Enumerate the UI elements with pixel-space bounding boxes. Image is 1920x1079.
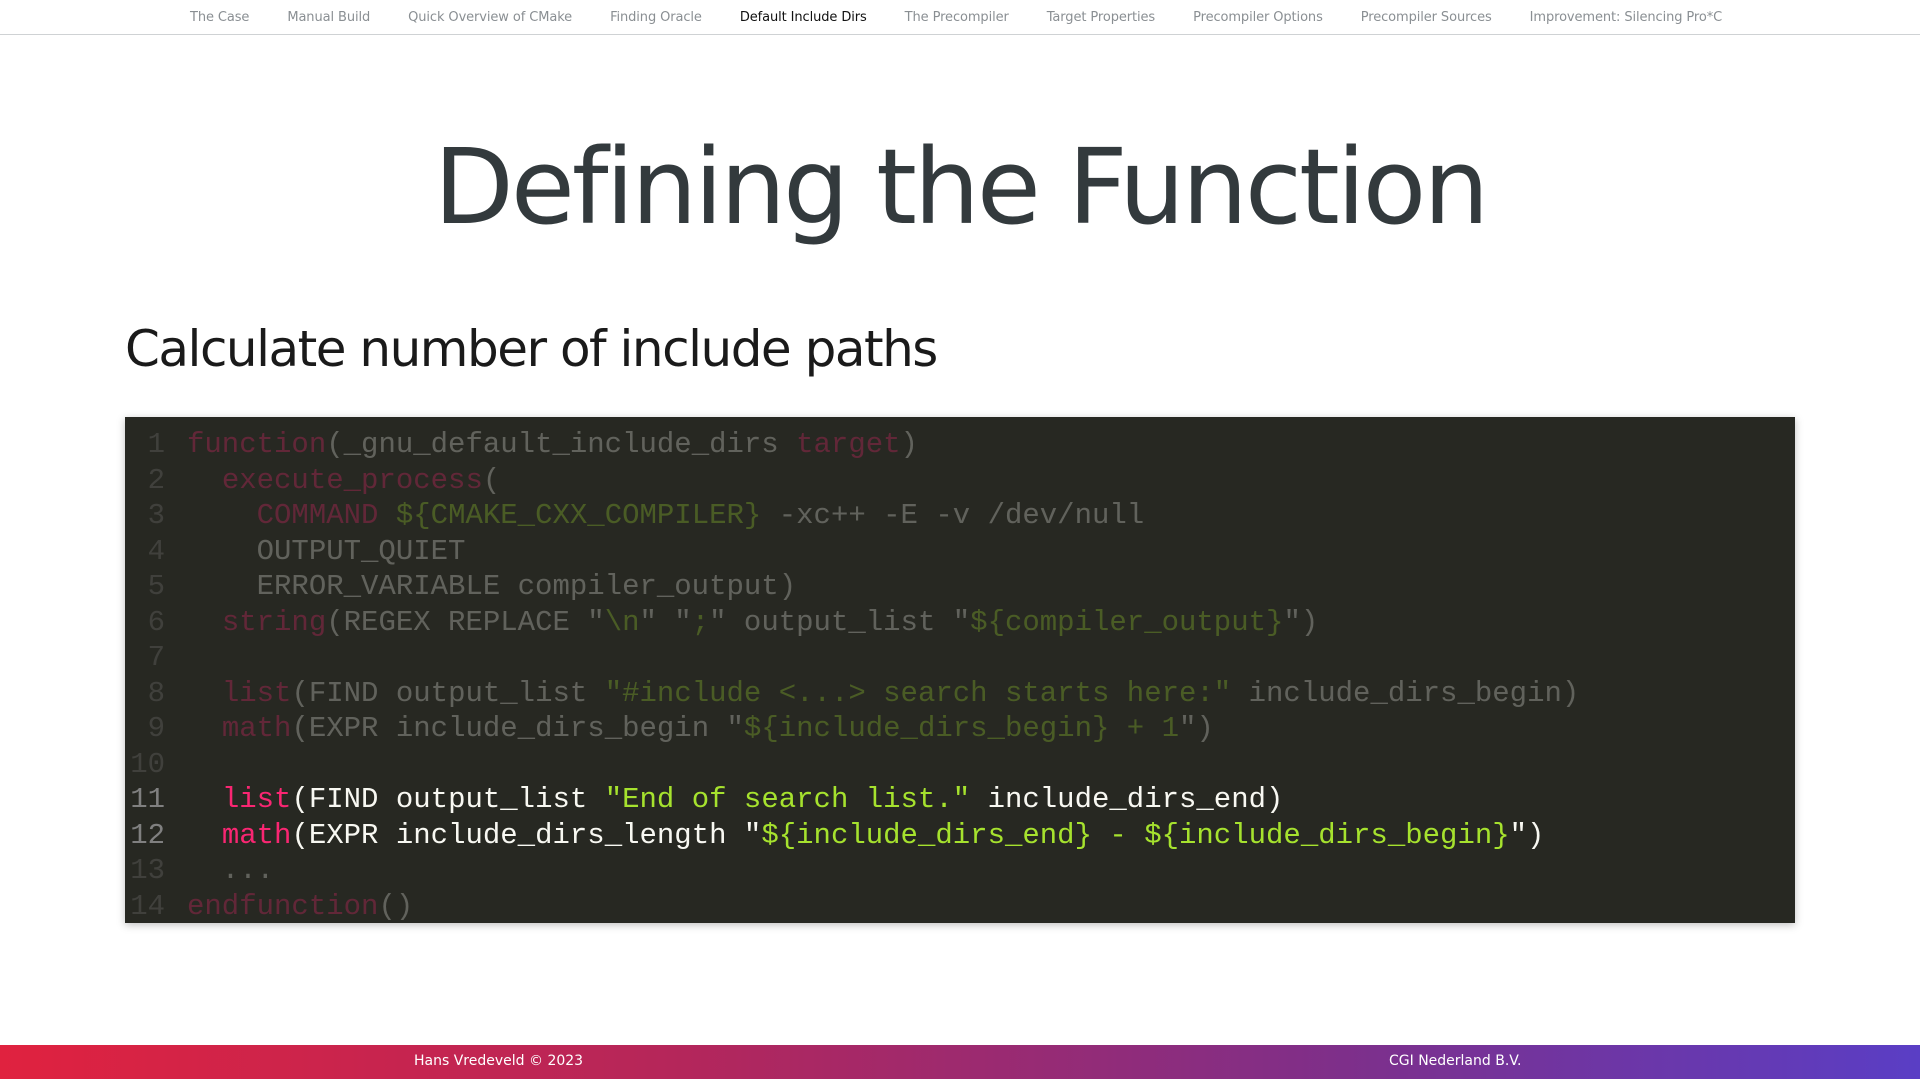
code-text: include_dirs_begin): [1231, 676, 1580, 710]
code-text: (: [482, 463, 501, 497]
nav-item-quick-overview-of-cmake[interactable]: Quick Overview of CMake: [408, 10, 572, 25]
code-keyword: function: [187, 428, 327, 461]
code-line: 2 execute_process(: [125, 463, 1795, 498]
code-text: ": [726, 712, 744, 745]
code-text: "): [1509, 818, 1545, 852]
line-number: 10: [130, 747, 165, 781]
code-string: ${CMAKE_CXX_COMPILER}: [395, 499, 762, 532]
top-navigation: The Case Manual Build Quick Overview of CM…: [0, 0, 1920, 35]
line-number: 12: [130, 818, 165, 852]
code-text: (FIND output_list: [291, 676, 605, 710]
code-line: 14 endfunction(): [125, 889, 1795, 924]
code-string: \n: [604, 605, 640, 639]
code-text: (_gnu_default_include_dirs: [326, 428, 797, 461]
code-line: 4 OUTPUT_QUIET: [125, 534, 1795, 569]
slide-footer: Hans Vredeveld © 2023 CGI Nederland B.V.: [0, 1045, 1920, 1079]
code-string: "End of search list.": [604, 783, 971, 816]
code-string: ${include_dirs_begin} + 1: [743, 712, 1179, 745]
slide-subheading: Calculate number of include paths: [125, 320, 938, 378]
code-keyword: list: [221, 676, 292, 710]
code-text: ": [587, 605, 605, 639]
line-number: 4: [147, 534, 165, 568]
code-text: -xc++ -E -v /dev/null: [761, 499, 1145, 532]
code-line: 6 string(REGEX REPLACE "\n" ";" output_l…: [125, 605, 1795, 640]
code-text: "): [1283, 605, 1319, 639]
code-keyword: math: [221, 712, 292, 745]
code-keyword: list: [221, 783, 292, 816]
line-number: 2: [147, 463, 165, 497]
code-text: (EXPR include_dirs_length: [291, 818, 744, 852]
nav-item-default-include-dirs[interactable]: Default Include Dirs: [740, 10, 867, 25]
code-keyword: COMMAND: [256, 499, 379, 532]
code-text: (): [378, 889, 414, 923]
code-text: "): [1179, 712, 1214, 745]
code-line: 5 ERROR_VARIABLE compiler_output): [125, 569, 1795, 604]
code-string: ${compiler_output}: [970, 605, 1284, 639]
code-string: "#include <...> search starts here:": [604, 676, 1232, 710]
nav-item-finding-oracle[interactable]: Finding Oracle: [610, 10, 702, 25]
nav-item-precompiler-sources[interactable]: Precompiler Sources: [1361, 10, 1492, 25]
line-number: 3: [147, 499, 165, 532]
code-line: 8 list(FIND output_list "#include <...> …: [125, 676, 1795, 711]
slide-title: Defining the Function: [433, 126, 1489, 248]
code-string: ;: [691, 605, 710, 639]
line-number: 6: [147, 605, 165, 639]
line-number: 13: [130, 854, 165, 887]
code-line: 7: [125, 640, 1795, 675]
code-text: OUTPUT_QUIET: [187, 534, 466, 568]
code-text: " ": [639, 605, 692, 639]
nav-item-precompiler-options[interactable]: Precompiler Options: [1193, 10, 1323, 25]
code-text: ...: [187, 854, 275, 887]
line-number: 1: [147, 428, 165, 461]
code-string: ${include_dirs_end} - ${include_dirs_beg…: [761, 818, 1510, 852]
code-line: 11 list(FIND output_list "End of search …: [125, 782, 1795, 817]
code-text: ): [900, 428, 918, 461]
code-text: (EXPR include_dirs_begin: [291, 712, 727, 745]
line-number: 5: [147, 570, 165, 603]
footer-company: CGI Nederland B.V.: [1389, 1053, 1522, 1069]
code-text: include_dirs_end): [970, 783, 1284, 816]
footer-author: Hans Vredeveld © 2023: [414, 1053, 584, 1069]
line-number: 11: [130, 783, 165, 816]
line-number: 8: [147, 676, 165, 710]
code-line: 10: [125, 747, 1795, 782]
nav-item-the-case[interactable]: The Case: [190, 10, 249, 25]
code-line: 3 COMMAND ${CMAKE_CXX_COMPILER} -xc++ -E…: [125, 498, 1795, 533]
code-text: ": [743, 818, 762, 852]
nav-list: The Case Manual Build Quick Overview of CM…: [190, 0, 1760, 34]
nav-item-manual-build[interactable]: Manual Build: [287, 10, 370, 25]
code-text: (REGEX REPLACE: [326, 605, 588, 639]
nav-item-improvement-silencing-pro-c[interactable]: Improvement: Silencing Pro*C: [1530, 10, 1723, 25]
code-line: 9 math(EXPR include_dirs_begin "${includ…: [125, 711, 1795, 746]
code-keyword: endfunction: [187, 889, 379, 923]
nav-item-target-properties[interactable]: Target Properties: [1047, 10, 1155, 25]
line-number: 14: [130, 889, 165, 923]
code-keyword: target: [796, 428, 901, 461]
line-number: 9: [147, 712, 165, 745]
code-text: " output_list ": [709, 605, 971, 639]
code-block: 1 function(_gnu_default_include_dirs targ…: [125, 417, 1795, 923]
code-text: (FIND output_list: [291, 783, 605, 816]
code-line: 13 ...: [125, 853, 1795, 888]
code-keyword: execute_process: [221, 463, 483, 497]
nav-item-the-precompiler[interactable]: The Precompiler: [905, 10, 1009, 25]
code-keyword: math: [221, 818, 292, 852]
code-line: 1 function(_gnu_default_include_dirs targ…: [125, 427, 1795, 462]
code-line: 12 math(EXPR include_dirs_length "${incl…: [125, 818, 1795, 853]
line-number: 7: [147, 641, 165, 674]
code-text: ERROR_VARIABLE compiler_output): [187, 570, 797, 603]
code-keyword: string: [221, 605, 327, 639]
